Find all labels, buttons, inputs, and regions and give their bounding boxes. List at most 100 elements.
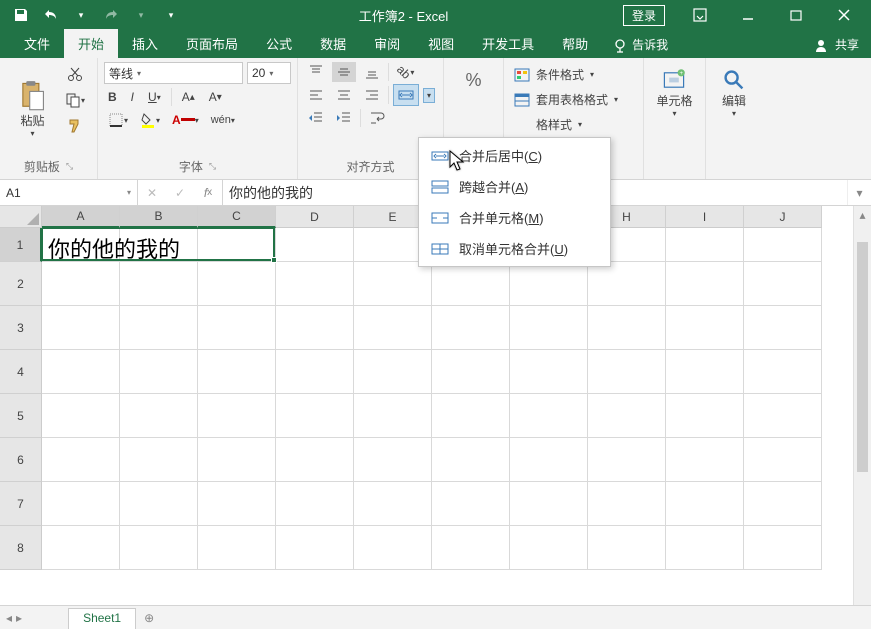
font-launcher[interactable]: ⤡ — [209, 161, 216, 172]
column-header[interactable]: J — [744, 206, 822, 228]
align-right-button[interactable] — [360, 85, 384, 105]
column-header[interactable]: A — [42, 206, 120, 228]
cell[interactable] — [120, 306, 198, 350]
cancel-edit-button[interactable]: ✕ — [138, 186, 166, 200]
phonetic-button[interactable]: wén ▾ — [207, 112, 239, 128]
cell[interactable] — [198, 482, 276, 526]
column-header[interactable]: D — [276, 206, 354, 228]
cell[interactable] — [276, 526, 354, 570]
row-header[interactable]: 5 — [0, 394, 42, 438]
vertical-scrollbar[interactable]: ▴ — [853, 206, 871, 605]
align-top-button[interactable] — [304, 62, 328, 82]
cell[interactable] — [666, 526, 744, 570]
clipboard-launcher[interactable]: ⤡ — [66, 161, 73, 172]
align-middle-button[interactable] — [332, 62, 356, 82]
row-header[interactable]: 2 — [0, 262, 42, 306]
merge-cells-item[interactable]: 合并单元格(M) — [421, 202, 608, 233]
row-header[interactable]: 1 — [0, 228, 42, 262]
editing-button[interactable]: 编辑 ▾ — [713, 66, 755, 120]
cell[interactable] — [744, 482, 822, 526]
cell[interactable] — [276, 438, 354, 482]
tab-home[interactable]: 开始 — [64, 29, 118, 58]
tab-data[interactable]: 数据 — [306, 29, 360, 58]
cut-button[interactable] — [61, 64, 89, 84]
tell-me[interactable]: 告诉我 — [602, 31, 678, 58]
cell[interactable] — [744, 526, 822, 570]
merge-and-center-item[interactable]: 合并后居中(C) — [421, 140, 608, 171]
merge-across-item[interactable]: 跨越合并(A) — [421, 171, 608, 202]
cell[interactable] — [588, 394, 666, 438]
ribbon-options-button[interactable] — [677, 0, 723, 30]
cell[interactable] — [432, 526, 510, 570]
cell[interactable] — [588, 526, 666, 570]
cell[interactable] — [432, 350, 510, 394]
cell[interactable] — [198, 438, 276, 482]
redo-dropdown[interactable]: ▾ — [128, 2, 154, 28]
cell[interactable] — [744, 262, 822, 306]
cell[interactable] — [354, 482, 432, 526]
cell[interactable] — [588, 262, 666, 306]
formula-expand-button[interactable]: ▾ — [847, 180, 871, 205]
merge-button[interactable] — [393, 84, 419, 106]
cell[interactable] — [198, 394, 276, 438]
align-bottom-button[interactable] — [360, 62, 384, 82]
cells-area[interactable]: 你的他的我的 — [42, 228, 853, 605]
name-box[interactable]: A1 ▾ — [0, 180, 138, 205]
cell[interactable] — [432, 394, 510, 438]
sheet-nav-next[interactable]: ▸ — [16, 611, 22, 625]
cell[interactable] — [354, 394, 432, 438]
qat-customize[interactable]: ▾ — [158, 2, 184, 28]
column-header[interactable]: C — [198, 206, 276, 228]
cell[interactable] — [198, 228, 276, 262]
cell[interactable] — [276, 482, 354, 526]
underline-button[interactable]: U ▾ — [144, 88, 165, 106]
cells-button[interactable]: + 单元格 ▾ — [652, 66, 696, 120]
number-format-button[interactable]: % — [453, 68, 495, 93]
sheet-tab[interactable]: Sheet1 — [68, 608, 136, 629]
maximize-button[interactable] — [773, 0, 819, 30]
cell[interactable] — [42, 526, 120, 570]
cell[interactable] — [666, 306, 744, 350]
conditional-format-button[interactable]: 条件格式 ▾ — [510, 64, 637, 85]
cell[interactable] — [42, 262, 120, 306]
row-header[interactable]: 6 — [0, 438, 42, 482]
cell[interactable] — [276, 262, 354, 306]
cell[interactable] — [354, 306, 432, 350]
cell[interactable] — [354, 350, 432, 394]
tab-file[interactable]: 文件 — [10, 29, 64, 58]
cell[interactable] — [666, 228, 744, 262]
tab-page-layout[interactable]: 页面布局 — [172, 29, 252, 58]
orientation-button[interactable]: ab ▾ — [393, 63, 418, 81]
fill-color-button[interactable]: ▾ — [136, 110, 164, 130]
share-button[interactable]: 共享 — [803, 31, 871, 58]
tab-formulas[interactable]: 公式 — [252, 29, 306, 58]
cell[interactable] — [744, 306, 822, 350]
font-size-combo[interactable]: 20▾ — [247, 62, 291, 84]
new-sheet-button[interactable]: ⊕ — [136, 606, 162, 629]
cell[interactable] — [42, 394, 120, 438]
cell[interactable] — [432, 262, 510, 306]
cell[interactable] — [666, 482, 744, 526]
wrap-text-button[interactable] — [365, 108, 389, 128]
cell[interactable] — [510, 306, 588, 350]
font-color-button[interactable]: A ▾ — [168, 111, 203, 129]
cell[interactable] — [744, 350, 822, 394]
cell[interactable] — [276, 306, 354, 350]
scroll-up-button[interactable]: ▴ — [854, 206, 871, 224]
cell[interactable] — [276, 350, 354, 394]
cell[interactable] — [276, 228, 354, 262]
cell[interactable] — [588, 306, 666, 350]
decrease-indent-button[interactable] — [304, 108, 328, 128]
undo-dropdown[interactable]: ▾ — [68, 2, 94, 28]
cell[interactable] — [744, 228, 822, 262]
insert-function-button[interactable]: fx — [194, 186, 222, 200]
column-header[interactable]: B — [120, 206, 198, 228]
cell[interactable] — [510, 394, 588, 438]
cell[interactable] — [666, 394, 744, 438]
cell[interactable] — [510, 262, 588, 306]
cell[interactable] — [744, 394, 822, 438]
row-header[interactable]: 3 — [0, 306, 42, 350]
cell[interactable] — [42, 306, 120, 350]
align-center-button[interactable] — [332, 85, 356, 105]
cell[interactable] — [120, 526, 198, 570]
